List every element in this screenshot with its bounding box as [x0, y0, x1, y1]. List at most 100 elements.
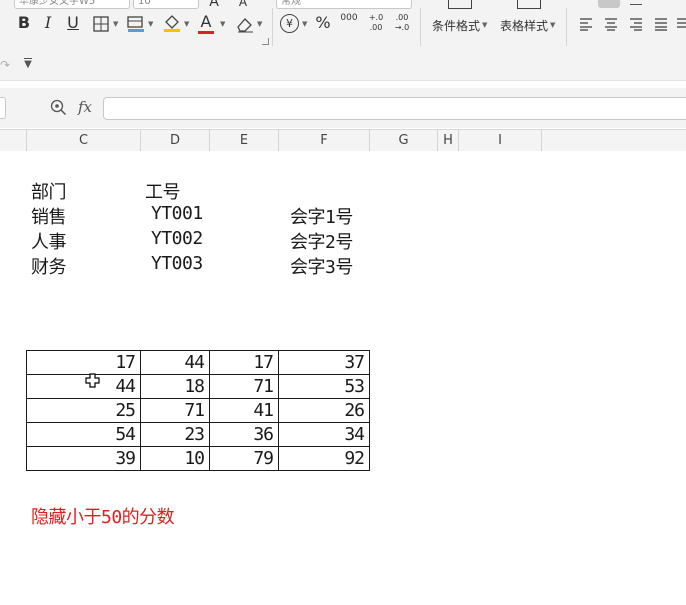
score-cell[interactable]: 71: [140, 398, 210, 423]
column-header-b[interactable]: [0, 130, 27, 151]
customize-quick-access-icon[interactable]: ▼: [24, 58, 32, 70]
conditional-format-button[interactable]: 条件格式: [432, 17, 480, 34]
score-cell[interactable]: 71: [209, 374, 279, 399]
font-shrink-icon[interactable]: A: [236, 0, 250, 12]
italic-button[interactable]: I: [38, 13, 58, 33]
ribbon-separator: [272, 8, 273, 46]
cell-code-header[interactable]: 工号: [145, 178, 181, 204]
cursor-cross-icon: [85, 373, 100, 392]
score-cell[interactable]: 54: [26, 422, 141, 447]
font-group-launcher-icon[interactable]: [262, 38, 269, 45]
ribbon-separator: [420, 8, 421, 46]
cell-dept-1[interactable]: 销售: [31, 203, 67, 229]
score-cell[interactable]: 25: [26, 398, 141, 423]
column-header-g[interactable]: G: [370, 130, 438, 151]
table-row: 25 71 41 26: [26, 398, 370, 423]
zoom-formula-icon[interactable]: [50, 99, 67, 120]
fill-pattern-dropdown-icon[interactable]: ▼: [148, 20, 153, 28]
cell-code-2[interactable]: YT002: [151, 228, 203, 249]
formula-bar: fx: [0, 88, 686, 128]
eraser-dropdown-icon[interactable]: ▼: [257, 20, 262, 28]
align-icon[interactable]: [630, 0, 642, 5]
table-style-dropdown-icon[interactable]: ▼: [550, 21, 555, 29]
font-grow-icon[interactable]: A: [206, 0, 222, 12]
justify-icon[interactable]: [654, 16, 668, 35]
score-cell[interactable]: 53: [278, 374, 370, 399]
score-table: 17 44 17 37 44 18 71 53 25 71 41 26 54 2…: [26, 350, 370, 471]
table-row: 17 44 17 37: [26, 350, 370, 375]
table-style-icon[interactable]: [517, 0, 541, 9]
borders-icon[interactable]: [93, 16, 109, 36]
number-format-combo[interactable]: 常规: [276, 0, 412, 9]
underline-button[interactable]: U: [63, 13, 83, 33]
ribbon-gallery-tile[interactable]: [598, 0, 620, 8]
score-cell[interactable]: 41: [209, 398, 279, 423]
distributed-align-icon[interactable]: [676, 16, 686, 35]
score-cell[interactable]: 23: [140, 422, 210, 447]
conditional-format-dropdown-icon[interactable]: ▼: [482, 21, 487, 29]
currency-dropdown-icon[interactable]: ▼: [302, 20, 307, 28]
decrease-decimal-button[interactable]: .00 →.0: [391, 13, 413, 33]
align-right-icon[interactable]: [629, 16, 643, 35]
font-size-combo[interactable]: 10: [133, 0, 199, 9]
font-color-dropdown-icon[interactable]: ▼: [220, 20, 225, 28]
column-header-i[interactable]: I: [459, 130, 542, 151]
score-cell[interactable]: 79: [209, 446, 279, 471]
font-color-button[interactable]: A: [198, 12, 214, 32]
score-cell[interactable]: 17: [209, 350, 279, 375]
cell-name-1[interactable]: 会字1号: [290, 203, 353, 229]
formula-input[interactable]: [103, 97, 686, 120]
table-row: 39 10 79 92: [26, 446, 370, 471]
bold-button[interactable]: B: [14, 13, 34, 33]
conditional-format-icon[interactable]: [448, 0, 472, 9]
cell-name-3[interactable]: 会字3号: [290, 253, 353, 279]
score-cell[interactable]: 36: [209, 422, 279, 447]
score-cell[interactable]: 26: [278, 398, 370, 423]
column-header-h[interactable]: H: [438, 130, 459, 151]
cell-code-3[interactable]: YT003: [151, 253, 203, 274]
insert-function-button[interactable]: fx: [78, 98, 92, 116]
align-center-icon[interactable]: [604, 16, 618, 35]
column-header-c[interactable]: C: [27, 130, 141, 151]
cell-name-2[interactable]: 会字2号: [290, 228, 353, 254]
score-cell[interactable]: 17: [26, 350, 141, 375]
currency-icon[interactable]: ¥: [280, 14, 299, 33]
ribbon-separator: [566, 8, 567, 46]
column-header-f[interactable]: F: [279, 130, 370, 151]
redo-icon[interactable]: ↷: [0, 58, 10, 72]
column-header-row: C D E F G H I: [0, 129, 686, 152]
table-row: 54 23 36 34: [26, 422, 370, 447]
cell-dept-3[interactable]: 财务: [31, 253, 67, 279]
column-header-d[interactable]: D: [141, 130, 210, 151]
table-row: 44 18 71 53: [26, 374, 370, 399]
align-left-icon[interactable]: [579, 16, 593, 35]
score-cell[interactable]: 34: [278, 422, 370, 447]
name-box[interactable]: [0, 97, 6, 119]
score-cell[interactable]: 37: [278, 350, 370, 375]
note-hide-scores[interactable]: 隐藏小于50的分数: [31, 503, 175, 529]
quick-access-bar: ↷ ▼: [0, 52, 686, 81]
borders-dropdown-icon[interactable]: ▼: [113, 20, 118, 28]
worksheet-grid[interactable]: 部门 工号 销售 YT001 会字1号 人事 YT002 会字2号 财务 YT0…: [0, 151, 686, 605]
score-cell[interactable]: 92: [278, 446, 370, 471]
font-color-bar: [198, 31, 214, 34]
thousands-separator-button[interactable]: 000: [339, 12, 359, 24]
increase-decimal-button[interactable]: +.0 .00: [365, 13, 387, 33]
score-cell[interactable]: 44: [26, 374, 141, 399]
score-cell[interactable]: 18: [140, 374, 210, 399]
score-cell[interactable]: 44: [140, 350, 210, 375]
font-name-combo[interactable]: 华康少女文字W5: [14, 0, 130, 9]
cell-dept-header[interactable]: 部门: [31, 178, 67, 204]
cell-code-1[interactable]: YT001: [151, 203, 203, 224]
column-header-e[interactable]: E: [210, 130, 279, 151]
score-cell[interactable]: 10: [140, 446, 210, 471]
table-style-button[interactable]: 表格样式: [500, 17, 548, 34]
score-cell[interactable]: 39: [26, 446, 141, 471]
ribbon-toolbar: 华康少女文字W5 10 A A 常规 B I U ▼ ▼ ▼ A ▼ ▼ ¥ ▼…: [0, 0, 686, 52]
fill-color-icon[interactable]: [163, 14, 181, 37]
eraser-icon[interactable]: [236, 15, 254, 37]
fill-color-dropdown-icon[interactable]: ▼: [184, 20, 189, 28]
fill-pattern-icon[interactable]: [127, 15, 145, 37]
cell-dept-2[interactable]: 人事: [31, 228, 67, 254]
percent-button[interactable]: %: [313, 13, 333, 33]
